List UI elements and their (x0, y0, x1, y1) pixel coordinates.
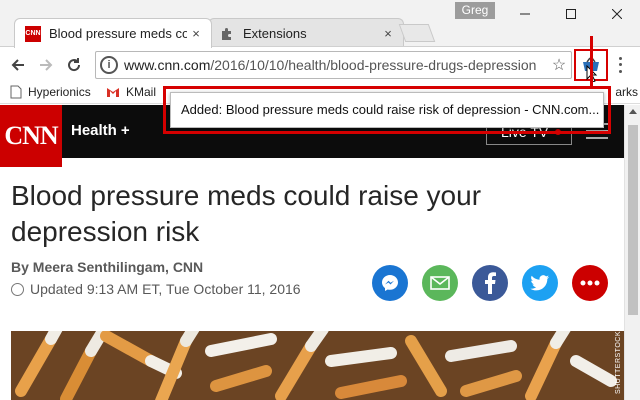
cnn-logo[interactable]: CNN (0, 105, 62, 167)
puzzle-piece-icon (222, 27, 231, 40)
browser-window: Greg CNN Blood pressure meds cou × Exten… (0, 0, 640, 400)
reload-button[interactable] (62, 53, 86, 77)
address-bar[interactable]: i www.cnn.com/2016/10/10/health/blood-pr… (95, 51, 572, 79)
share-more-button[interactable] (572, 265, 608, 301)
site-info-icon[interactable]: i (100, 56, 118, 74)
extension-popup: Added: Blood pressure meds could raise r… (170, 92, 604, 128)
tab-extensions[interactable]: Extensions × (208, 18, 404, 48)
minimize-icon (520, 13, 530, 15)
share-facebook-button[interactable] (472, 265, 508, 301)
more-dots-icon (580, 280, 600, 286)
clock-icon (11, 282, 24, 296)
tab-title: Blood pressure meds cou (49, 26, 187, 41)
page-icon (10, 85, 22, 99)
bookmark-star-icon[interactable]: ☆ (547, 55, 571, 75)
bookmark-kmail[interactable]: KMail (106, 85, 156, 99)
tab-close-button[interactable]: × (187, 26, 205, 41)
article-timestamp: Updated 9:13 AM ET, Tue October 11, 2016 (11, 281, 301, 297)
cigarette-butts-image (11, 331, 624, 400)
url-text[interactable]: www.cnn.com/2016/10/10/health/blood-pres… (124, 57, 547, 73)
share-messenger-button[interactable] (372, 265, 408, 301)
bookmark-hyperionics[interactable]: Hyperionics (10, 85, 91, 99)
tab-cnn-article[interactable]: CNN Blood pressure meds cou × (14, 18, 212, 48)
tab-close-button[interactable]: × (379, 26, 397, 41)
maximize-icon (566, 9, 576, 19)
mouse-cursor-icon (586, 65, 598, 83)
article-byline: By Meera Senthilingam, CNN (11, 259, 204, 275)
share-email-button[interactable] (422, 265, 458, 301)
tab-title: Extensions (243, 26, 307, 41)
profile-badge[interactable]: Greg (455, 2, 495, 19)
page-scrollbar[interactable] (624, 105, 640, 400)
gmail-icon (107, 88, 119, 97)
web-page: Health + Live TV CNN Blood pressure meds … (0, 105, 624, 400)
twitter-icon (530, 275, 549, 291)
article-photo (11, 331, 624, 400)
close-icon (612, 9, 622, 19)
forward-arrow-icon (40, 59, 53, 71)
reload-icon (68, 58, 81, 72)
scroll-up-arrow-icon[interactable] (629, 109, 637, 114)
title-bar: Greg CNN Blood pressure meds cou × Exten… (0, 0, 640, 48)
back-arrow-icon (11, 59, 24, 71)
bookmark-other[interactable]: arks (615, 85, 638, 99)
share-twitter-button[interactable] (522, 265, 558, 301)
forward-button[interactable] (34, 53, 58, 77)
minimize-button[interactable] (502, 0, 548, 28)
highlight-connector-line (590, 36, 593, 88)
bookmark-label: KMail (126, 85, 157, 99)
messenger-icon (382, 275, 398, 291)
photo-credit: SHUTTERSTOCK (615, 331, 622, 395)
bookmark-label: Hyperionics (28, 85, 91, 99)
back-button[interactable] (6, 53, 30, 77)
email-icon (430, 276, 450, 290)
maximize-button[interactable] (548, 0, 594, 28)
chrome-menu-button[interactable] (612, 55, 628, 75)
section-nav[interactable]: Health + (71, 122, 130, 139)
close-window-button[interactable] (594, 0, 640, 28)
scrollbar-thumb[interactable] (628, 125, 638, 315)
cnn-favicon-icon: CNN (25, 25, 41, 42)
new-tab-button[interactable] (398, 24, 436, 42)
article-headline: Blood pressure meds could raise your dep… (11, 180, 482, 247)
toolbar: i www.cnn.com/2016/10/10/health/blood-pr… (0, 46, 640, 83)
facebook-icon (485, 272, 496, 294)
